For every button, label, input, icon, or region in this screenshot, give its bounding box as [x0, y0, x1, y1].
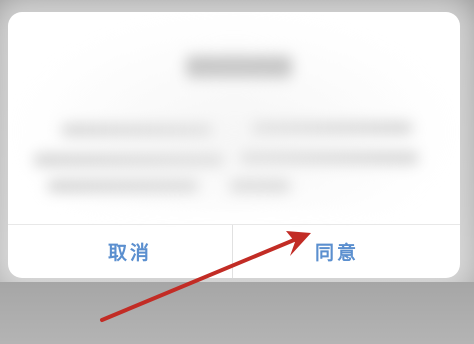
cancel-button-label: 取消 — [108, 242, 153, 264]
consent-dialog: 取消 同意 — [8, 12, 460, 278]
cancel-button[interactable]: 取消 — [8, 225, 232, 278]
blurred-dialog-content — [8, 12, 460, 212]
agree-button[interactable]: 同意 — [233, 225, 460, 278]
bottom-background — [0, 282, 474, 344]
blur-haze-overlay — [8, 12, 460, 212]
agree-button-label: 同意 — [315, 242, 360, 264]
